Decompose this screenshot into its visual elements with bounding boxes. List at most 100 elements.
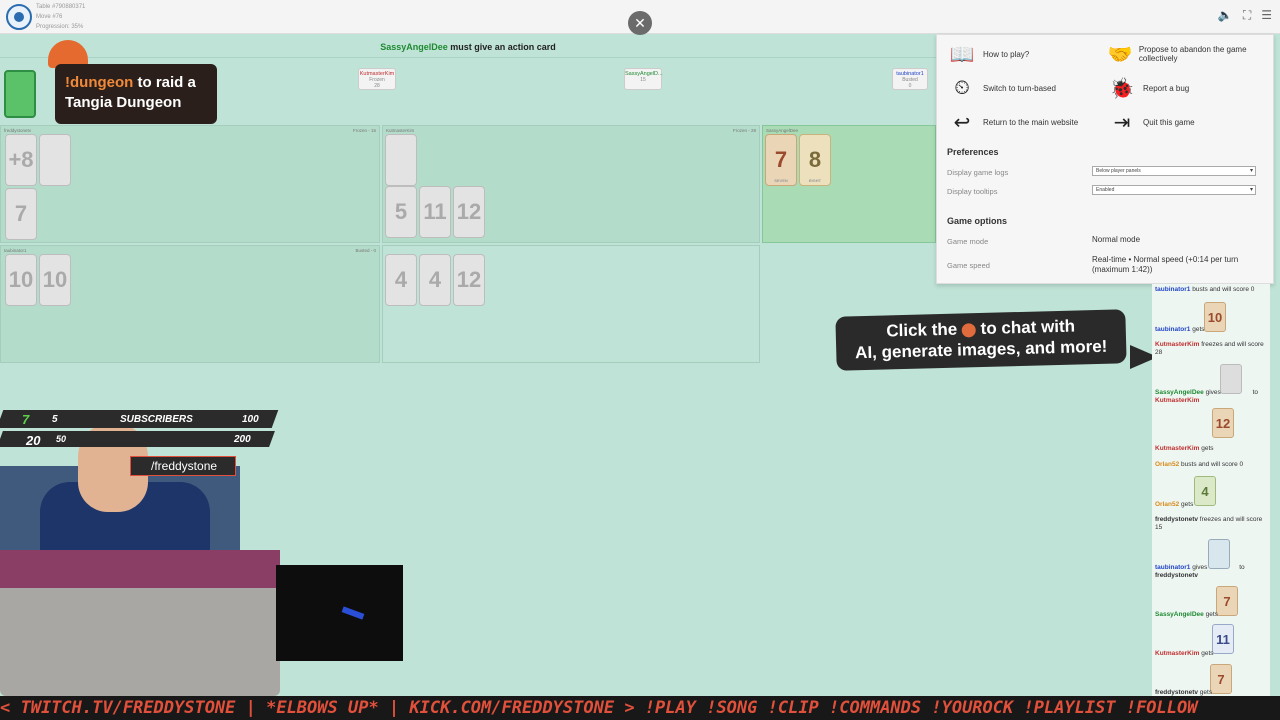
- fullscreen-icon[interactable]: ⛶: [1243, 8, 1251, 23]
- zone-label: taubinator1: [4, 248, 27, 253]
- card-eight[interactable]: 8 EIGHT: [799, 134, 831, 186]
- pref-tooltips: Display tooltips Enabled: [947, 185, 1267, 196]
- opt-game-mode: Game mode Normal mode: [947, 235, 1267, 246]
- card[interactable]: 11: [419, 186, 451, 238]
- player-tab[interactable]: taubinator1 Busted 0: [892, 68, 928, 90]
- log-card: 12: [1212, 408, 1234, 438]
- basketball-icon: [961, 322, 977, 338]
- card[interactable]: 5: [385, 186, 417, 238]
- close-icon[interactable]: ✕: [628, 11, 652, 35]
- card-seven[interactable]: 7 SEVEN: [765, 134, 797, 186]
- game-logs-select[interactable]: Below player panels: [1092, 166, 1256, 176]
- move-number: Move #76: [36, 14, 63, 20]
- log-text: gets: [1201, 650, 1214, 657]
- menu-report-bug[interactable]: 🐞 Report a bug: [1107, 75, 1190, 101]
- log-user[interactable]: freddystonetv: [1155, 689, 1198, 696]
- sub-goal: 100: [242, 414, 259, 425]
- log-user[interactable]: taubinator1: [1155, 286, 1190, 293]
- log-entry: Orlan52 busts and will score 0: [1155, 461, 1267, 469]
- zone-label: freddystonetv: [4, 128, 32, 133]
- menu-quit[interactable]: ⇥ Quit this game: [1107, 109, 1195, 135]
- log-user[interactable]: KutmasterKim: [1155, 341, 1199, 348]
- action-banner: SassyAngelDee must give an action card: [0, 36, 936, 58]
- log-text: busts and will score 0: [1192, 286, 1255, 293]
- log-text: to: [1252, 389, 1259, 396]
- tooltips-select[interactable]: Enabled: [1092, 185, 1256, 195]
- pref-label: Display tooltips: [947, 187, 998, 196]
- player-zone-taubinator1: taubinator1 Busted - 0 10 10: [0, 245, 380, 363]
- player-tab-score: 15: [640, 77, 646, 83]
- card[interactable]: 12: [453, 254, 485, 306]
- card[interactable]: [385, 134, 417, 186]
- log-user[interactable]: SassyAngelDee: [1155, 611, 1204, 618]
- webcam-blanket: [0, 550, 280, 588]
- menu-label: Return to the main website: [983, 117, 1079, 127]
- log-entry: KutmasterKim freezes and will score 28: [1155, 341, 1267, 357]
- menu-label: Quit this game: [1143, 117, 1195, 127]
- clock-icon: ⏲: [954, 76, 970, 99]
- card[interactable]: 10: [5, 254, 37, 306]
- active-player-name[interactable]: SassyAngelDee: [380, 42, 448, 52]
- player-tab-score: 0: [908, 83, 912, 89]
- log-text: gets: [1205, 611, 1218, 618]
- menu-label: How to play?: [983, 49, 1030, 59]
- log-user[interactable]: KutmasterKim: [1155, 650, 1199, 657]
- progression: Progression: 35%: [36, 24, 84, 30]
- menu-label: Propose to abandon the game collectively: [1138, 45, 1247, 63]
- log-user[interactable]: freddystonetv: [1155, 572, 1198, 579]
- zone-status: Frozen - 28: [732, 128, 756, 133]
- log-text: gets: [1192, 326, 1205, 333]
- log-user[interactable]: taubinator1: [1155, 564, 1190, 571]
- options-menu: 📖 How to play? 🤝 Propose to abandon the ga…: [936, 34, 1274, 284]
- menu-turn-based[interactable]: ⏲ Switch to turn-based: [947, 75, 1056, 101]
- card[interactable]: 4: [419, 254, 451, 306]
- table-number: Table #790880371: [36, 4, 86, 10]
- log-text: gives: [1192, 564, 1208, 571]
- ai-text: to chat with: [980, 316, 1076, 339]
- log-user[interactable]: Orlan52: [1155, 461, 1179, 468]
- table-info: Table #790880371 Move #76 Progression: 3…: [36, 2, 85, 32]
- log-text: gives: [1205, 389, 1221, 396]
- menu-icon[interactable]: ☰: [1261, 8, 1272, 23]
- streamer-handle: /freddystone: [130, 456, 236, 476]
- zone-status: Frozen - 15: [352, 128, 376, 133]
- subscribers-label: SUBSCRIBERS: [120, 414, 193, 425]
- return-arrow-icon: ↩: [953, 111, 971, 134]
- menu-return-website[interactable]: ↩ Return to the main website: [947, 109, 1079, 135]
- menu-abandon[interactable]: 🤝 Propose to abandon the game collectivel…: [1107, 41, 1267, 67]
- preferences-title: Preferences: [947, 147, 999, 157]
- card[interactable]: +8: [5, 134, 37, 186]
- log-user[interactable]: KutmasterKim: [1155, 397, 1199, 404]
- top-bar: Table #790880371 Move #76 Progression: 3…: [0, 0, 1280, 35]
- log-entry: taubinator1 gives to freddystonetv: [1155, 564, 1267, 580]
- log-user[interactable]: Orlan52: [1155, 501, 1179, 508]
- site-logo[interactable]: [6, 4, 32, 30]
- bug-icon: 🐞: [1109, 77, 1135, 100]
- dungeon-text-2: Tangia Dungeon: [65, 94, 182, 111]
- pref-label: Display game logs: [947, 168, 1009, 177]
- log-user[interactable]: freddystonetv: [1155, 516, 1198, 523]
- webcam-inset: [276, 565, 403, 661]
- log-user[interactable]: SassyAngelDee: [1155, 389, 1204, 396]
- log-user[interactable]: KutmasterKim: [1155, 445, 1199, 452]
- player-tab[interactable]: KutmasterKim Frozen 28: [358, 68, 396, 90]
- card[interactable]: [39, 134, 71, 186]
- zone-label: KutmasterKim: [386, 128, 415, 133]
- log-entry: KutmasterKim gets: [1155, 650, 1267, 658]
- log-entry: taubinator1 gets: [1155, 326, 1267, 334]
- game-options-title: Game options: [947, 216, 1008, 226]
- card[interactable]: 10: [39, 254, 71, 306]
- exit-icon: ⇥: [1113, 111, 1131, 134]
- log-text: to: [1239, 564, 1245, 571]
- player-zone-sassyangeldee: SassyAngelDee 7 SEVEN 8 EIGHT: [762, 125, 936, 243]
- sub-small: 5: [52, 414, 58, 425]
- menu-how-to-play[interactable]: 📖 How to play?: [947, 41, 1030, 67]
- log-user[interactable]: taubinator1: [1155, 326, 1190, 333]
- player-tab[interactable]: SassyAngelD... 15: [624, 68, 663, 90]
- card[interactable]: 12: [453, 186, 485, 238]
- log-entry: Orlan52 gets: [1155, 501, 1267, 509]
- twitch-goal: 200: [234, 434, 251, 445]
- sound-icon[interactable]: 🔈: [1218, 8, 1233, 23]
- card[interactable]: 4: [385, 254, 417, 306]
- card[interactable]: 7: [5, 188, 37, 240]
